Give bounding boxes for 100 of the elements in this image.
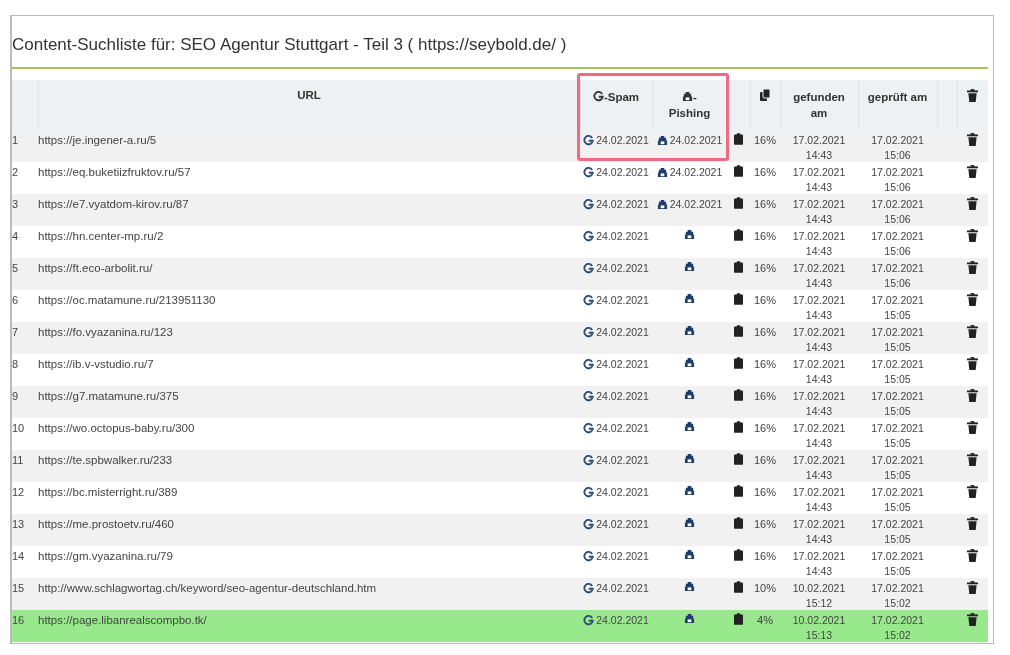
checked-time: 15:06 xyxy=(883,147,912,162)
checked-time: 15:02 xyxy=(883,627,912,642)
g-icon xyxy=(583,614,595,626)
clipboard-icon[interactable] xyxy=(734,389,743,401)
spam-date: 24.02.2021 xyxy=(596,485,649,499)
g-icon xyxy=(583,358,595,370)
found-time: 14:43 xyxy=(804,211,834,226)
url-link[interactable]: https://wo.octopus-baby.ru/300 xyxy=(38,422,195,434)
trash-icon[interactable] xyxy=(967,293,978,306)
trash-icon[interactable] xyxy=(967,357,978,370)
found-date: 17.02.2021 xyxy=(791,453,847,468)
url-link[interactable]: https://hn.center-mp.ru/2 xyxy=(38,230,164,242)
clipboard-icon[interactable] xyxy=(734,453,743,465)
building-icon xyxy=(684,229,695,240)
found-time: 14:43 xyxy=(804,243,834,258)
clipboard-icon[interactable] xyxy=(734,357,743,369)
percent: 16% xyxy=(754,518,776,530)
url-link[interactable]: https://je.ingener-a.ru/5 xyxy=(38,134,157,146)
checked-time: 15:06 xyxy=(883,243,912,258)
found-date: 17.02.2021 xyxy=(791,325,847,340)
found-time: 14:43 xyxy=(804,339,834,354)
found-time: 14:43 xyxy=(804,467,834,482)
row-number: 15 xyxy=(12,582,25,594)
found-date: 17.02.2021 xyxy=(791,229,847,244)
checked-time: 15:05 xyxy=(883,563,912,578)
percent: 16% xyxy=(754,486,776,498)
trash-icon[interactable] xyxy=(967,389,978,402)
url-link[interactable]: https://me.prostoetv.ru/460 xyxy=(38,518,174,530)
trash-icon[interactable] xyxy=(967,261,978,274)
clipboard-icon[interactable] xyxy=(734,581,743,593)
clipboard-icon[interactable] xyxy=(734,165,743,177)
url-link[interactable]: https://e7.vyatdom-kirov.ru/87 xyxy=(38,198,189,210)
checked-time: 15:05 xyxy=(883,307,912,322)
found-time: 14:43 xyxy=(804,499,834,514)
building-icon xyxy=(684,453,695,464)
url-link[interactable]: https://ft.eco-arbolit.ru/ xyxy=(38,262,153,274)
g-icon xyxy=(583,390,595,402)
url-link[interactable]: https://fo.vyazanina.ru/123 xyxy=(38,326,173,338)
trash-icon[interactable] xyxy=(967,453,978,466)
row-number: 9 xyxy=(12,390,19,402)
clipboard-icon[interactable] xyxy=(734,133,743,145)
row-number: 16 xyxy=(12,614,25,626)
found-time: 14:43 xyxy=(804,563,834,578)
clipboard-icon[interactable] xyxy=(734,261,743,273)
clipboard-icon[interactable] xyxy=(734,197,743,209)
percent: 16% xyxy=(754,454,776,466)
checked-date: 17.02.2021 xyxy=(870,485,925,500)
percent: 10% xyxy=(754,582,776,594)
clipboard-icon[interactable] xyxy=(734,517,743,529)
g-icon xyxy=(592,91,604,102)
trash-icon[interactable] xyxy=(967,549,978,562)
trash-icon[interactable] xyxy=(967,165,978,178)
clipboard-icon[interactable] xyxy=(734,613,743,625)
found-date: 17.02.2021 xyxy=(791,133,847,148)
clipboard-icon[interactable] xyxy=(734,293,743,305)
trash-icon[interactable] xyxy=(967,485,978,498)
building-icon xyxy=(656,198,668,210)
url-link[interactable]: https://page.libanrealscompbo.tk/ xyxy=(38,614,207,626)
url-link[interactable]: https://oc.matamune.ru/213951130 xyxy=(38,294,216,306)
trash-icon[interactable] xyxy=(967,517,978,530)
percent: 16% xyxy=(754,390,776,402)
spam-date: 24.02.2021 xyxy=(596,357,649,371)
trash-icon[interactable] xyxy=(967,421,978,434)
url-link[interactable]: https://bc.misterright.ru/389 xyxy=(38,486,178,498)
url-link[interactable]: http://www.schlagwortag.ch/keyword/seo-agentur-deutschland.htm xyxy=(38,582,377,594)
trash-icon[interactable] xyxy=(967,133,978,146)
clipboard-icon[interactable] xyxy=(734,549,743,561)
g-icon xyxy=(583,134,595,146)
clipboard-icon[interactable] xyxy=(734,229,743,241)
percent: 16% xyxy=(754,166,776,178)
row-number: 10 xyxy=(12,422,25,434)
url-link[interactable]: https://ib.v-vstudio.ru/7 xyxy=(38,358,154,370)
url-link[interactable]: https://g7.matamune.ru/375 xyxy=(38,390,179,402)
spam-date: 24.02.2021 xyxy=(596,325,649,339)
percent: 4% xyxy=(757,614,773,626)
found-date: 17.02.2021 xyxy=(791,165,847,180)
url-link[interactable]: https://eq.buketiizfruktov.ru/57 xyxy=(38,166,191,178)
found-date: 17.02.2021 xyxy=(791,293,847,308)
trash-icon[interactable] xyxy=(967,325,978,338)
row-number: 6 xyxy=(12,294,19,306)
trash-icon[interactable] xyxy=(967,229,978,242)
trash-icon[interactable] xyxy=(967,613,978,626)
row-number: 1 xyxy=(12,134,19,146)
checked-date: 17.02.2021 xyxy=(870,133,925,148)
found-date: 17.02.2021 xyxy=(791,197,847,212)
clipboard-icon[interactable] xyxy=(734,421,743,433)
building-icon xyxy=(656,134,668,146)
trash-icon[interactable] xyxy=(967,197,978,210)
checked-date: 17.02.2021 xyxy=(870,357,925,372)
checked-date: 17.02.2021 xyxy=(870,613,925,628)
clipboard-icon[interactable] xyxy=(734,485,743,497)
g-icon xyxy=(583,550,595,562)
building-icon xyxy=(684,293,695,304)
spam-date: 24.02.2021 xyxy=(596,165,649,179)
trash-icon[interactable] xyxy=(967,581,978,594)
clipboard-icon[interactable] xyxy=(734,325,743,337)
url-link[interactable]: https://gm.vyazanina.ru/79 xyxy=(38,550,173,562)
found-time: 14:43 xyxy=(804,179,834,194)
checked-time: 15:05 xyxy=(883,531,912,546)
url-link[interactable]: https://te.spbwalker.ru/233 xyxy=(38,454,173,466)
